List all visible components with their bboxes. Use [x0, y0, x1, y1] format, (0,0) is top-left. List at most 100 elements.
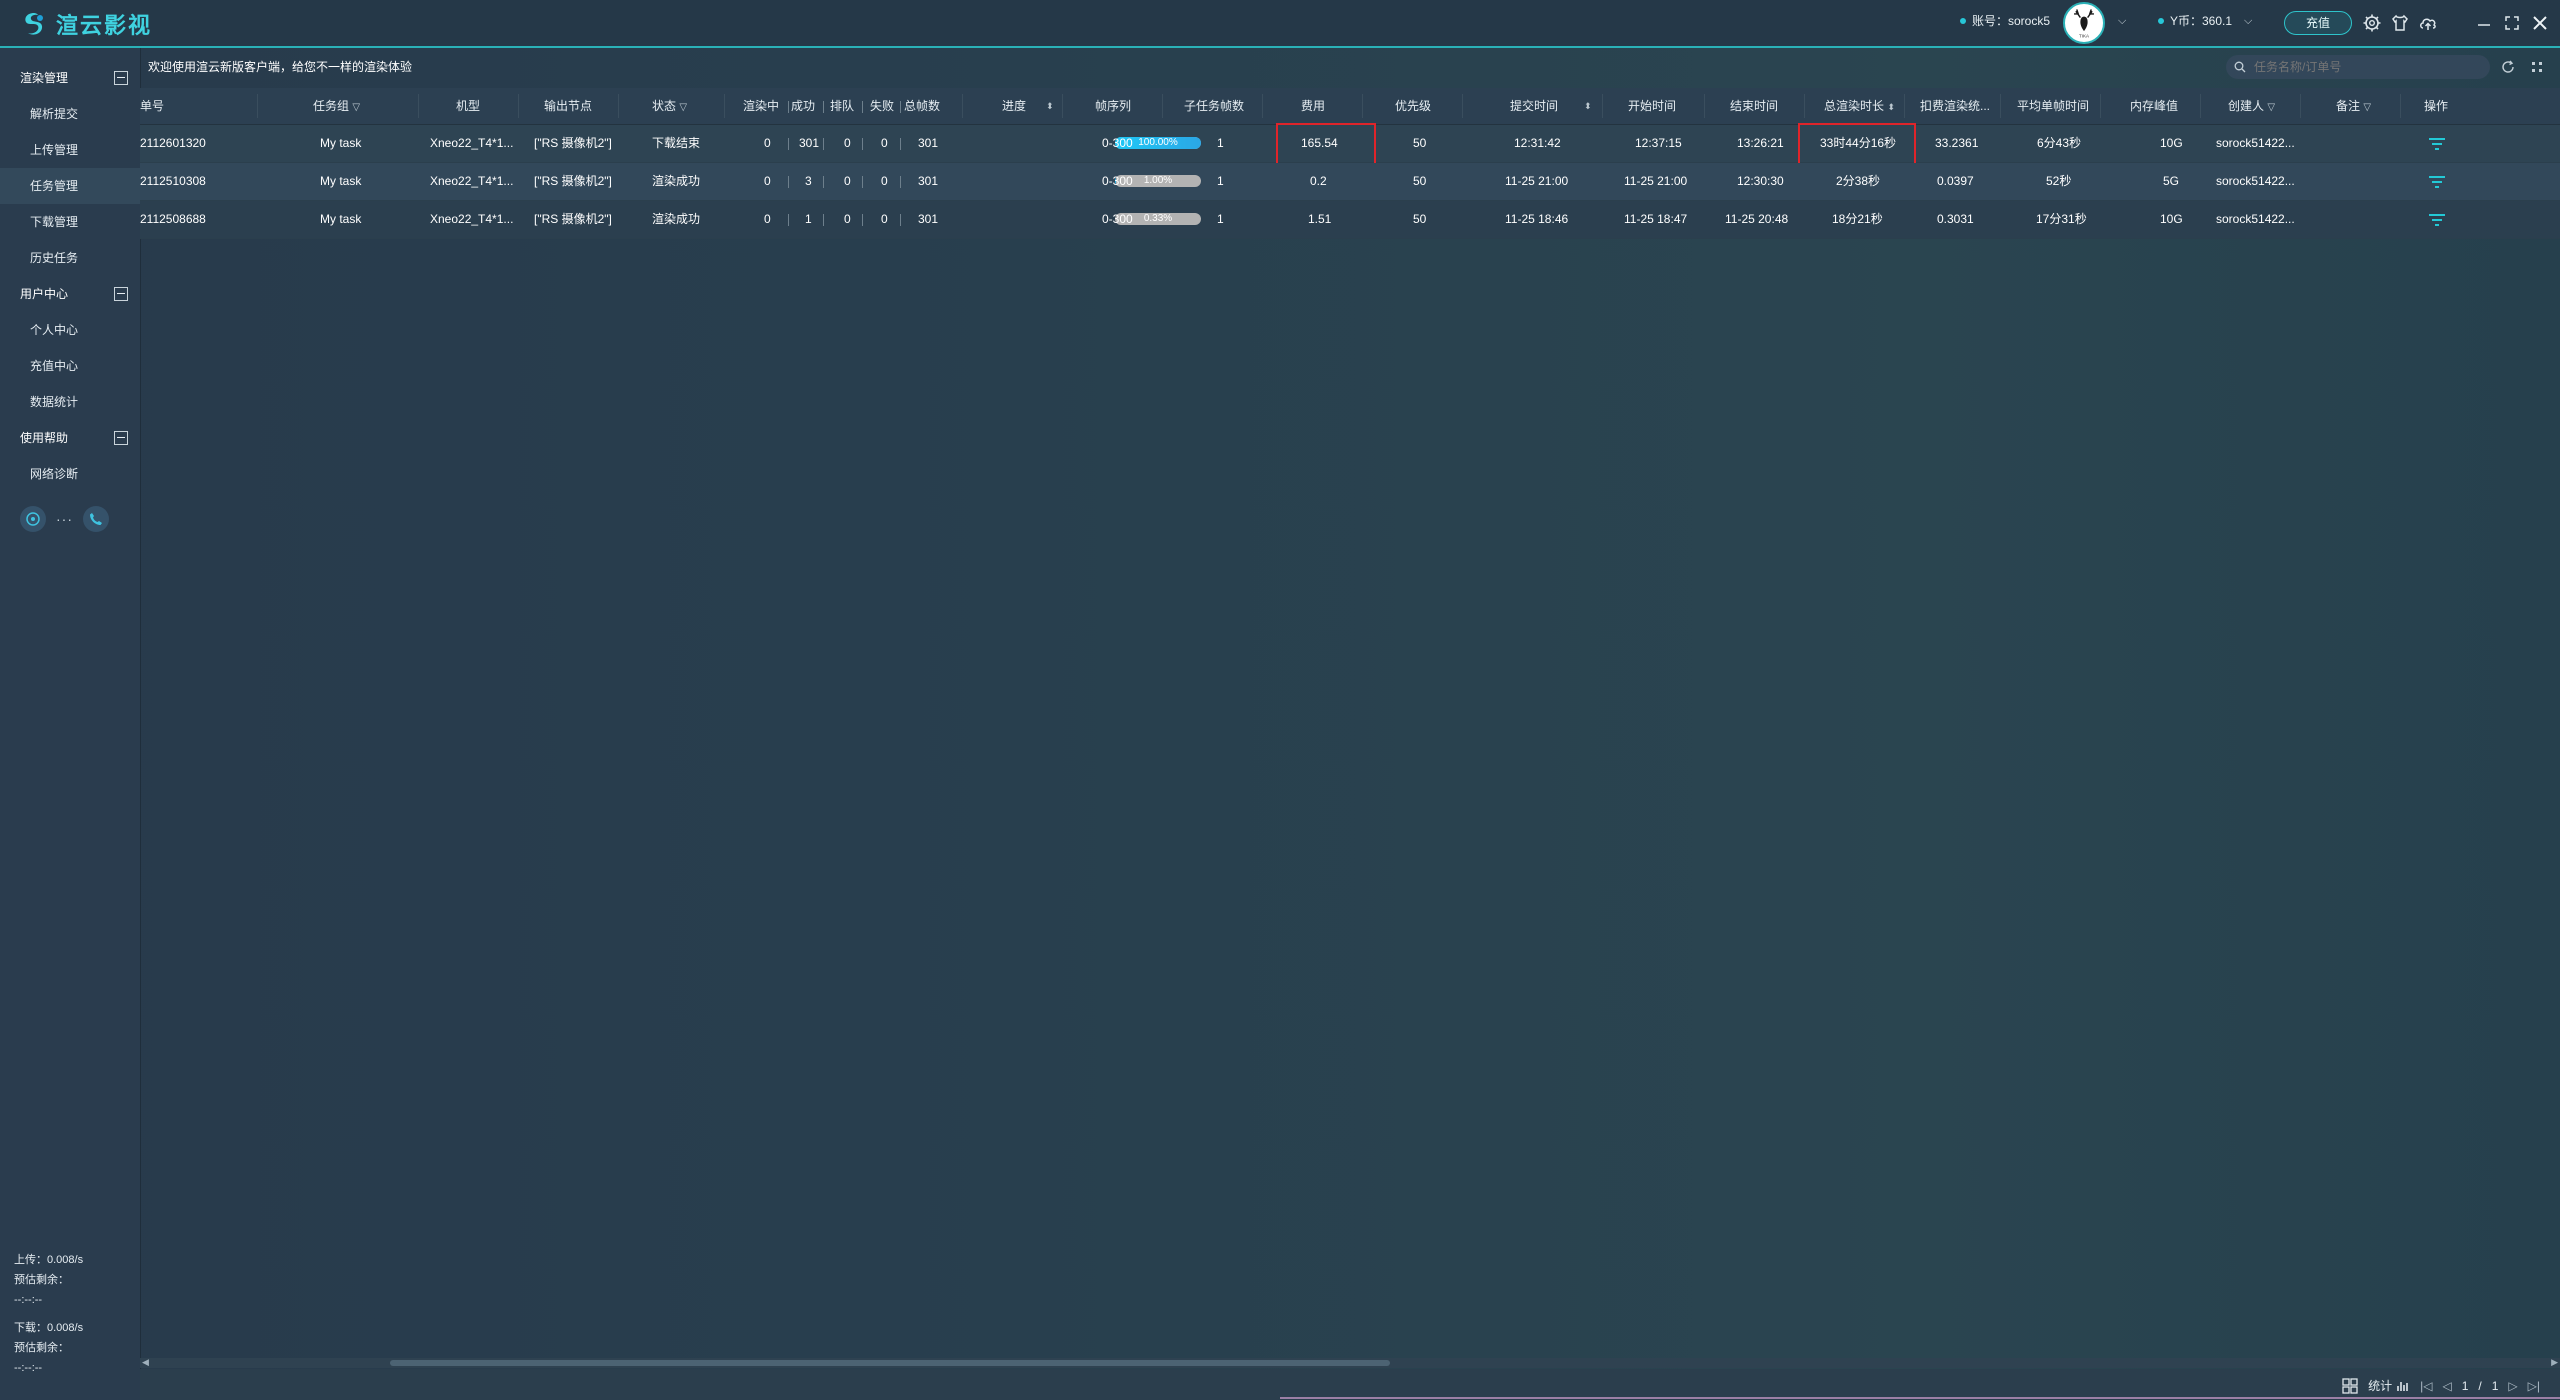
grid-view-icon[interactable]	[2342, 1377, 2358, 1394]
next-page-icon[interactable]: ▷	[2508, 1379, 2517, 1393]
sidebar-item-network[interactable]: 网络诊断	[0, 456, 140, 492]
sidebar-item-profile[interactable]: 个人中心	[0, 312, 140, 348]
cell-creator: sorock51422...	[2216, 212, 2295, 226]
cell-deduct: 0.0397	[1937, 174, 1974, 188]
collapse-minus-icon[interactable]	[114, 431, 128, 445]
row-menu-icon[interactable]	[2428, 213, 2446, 227]
table-row[interactable]: 2112510308 My task Xneo22_T4*1... ["RS 摄…	[140, 163, 2560, 201]
cell-cost: 1.51	[1308, 212, 1332, 226]
phone-icon[interactable]	[83, 506, 109, 532]
cell-end: 12:30:30	[1737, 174, 1784, 188]
filter-icon[interactable]: ▽	[679, 102, 687, 113]
maximize-icon[interactable]	[2502, 13, 2522, 33]
cell-mem: 10G	[2160, 136, 2183, 150]
col-success: 成功	[791, 99, 816, 113]
col-frames: 帧序列	[1095, 99, 1132, 113]
sidebar-item-stats[interactable]: 数据统计	[0, 384, 140, 420]
cell-avg: 52秒	[2046, 174, 2072, 188]
cell-priority: 50	[1413, 136, 1427, 150]
cell-fail: 0	[881, 212, 888, 226]
col-model: 机型	[456, 99, 481, 113]
last-page-icon[interactable]: ▷|	[2528, 1379, 2540, 1393]
close-icon[interactable]	[2530, 13, 2550, 33]
customer-service-icon[interactable]	[20, 506, 46, 532]
cell-frames: 0-300	[1102, 136, 1133, 150]
col-status[interactable]: 状态 ▽	[652, 88, 687, 124]
bar-chart-icon	[2397, 1381, 2408, 1391]
table-row[interactable]: 2112601320 My task Xneo22_T4*1... ["RS 摄…	[140, 123, 2560, 165]
horizontal-scrollbar[interactable]: ◀ ▶	[140, 1357, 2560, 1368]
minimize-icon[interactable]	[2474, 13, 2494, 33]
sidebar-item-upload[interactable]: 上传管理	[0, 132, 140, 168]
sidebar-item-tasks[interactable]: 任务管理	[0, 168, 140, 204]
sort-icon[interactable]: ⬍	[1046, 88, 1054, 124]
sidebar: 渲染管理 解析提交 上传管理 任务管理 下载管理 历史任务 用户中心 个人中心 …	[0, 48, 141, 1400]
filter-icon[interactable]: ▽	[2363, 102, 2371, 113]
collapse-minus-icon[interactable]	[114, 287, 128, 301]
sidebar-item-parse-submit[interactable]: 解析提交	[0, 96, 140, 132]
header-divider	[823, 101, 824, 113]
col-progress[interactable]: 进度	[1002, 88, 1026, 124]
sort-icon[interactable]: ⬍	[1887, 102, 1895, 112]
cell-group: My task	[320, 136, 362, 150]
col-priority: 优先级	[1395, 99, 1432, 113]
col-creator[interactable]: 创建人 ▽	[2228, 88, 2275, 124]
sidebar-item-history[interactable]: 历史任务	[0, 240, 140, 276]
balance-info: Y币：360.1	[2158, 12, 2232, 29]
highlight-box-duration	[1798, 123, 1916, 165]
cell-deduct: 33.2361	[1935, 136, 1979, 150]
column-settings-icon[interactable]	[2530, 60, 2544, 74]
sidebar-group-user[interactable]: 用户中心	[0, 276, 140, 312]
filter-icon[interactable]: ▽	[352, 102, 360, 113]
svg-text:TIKA: TIKA	[2079, 33, 2089, 38]
sidebar-item-download[interactable]: 下载管理	[0, 204, 140, 240]
cell-rendering: 0	[764, 174, 771, 188]
cell-duration: 18分21秒	[1832, 212, 1883, 226]
prev-page-icon[interactable]: ◁	[2442, 1379, 2451, 1393]
cell-rendering: 0	[764, 212, 771, 226]
filter-icon[interactable]: ▽	[2267, 102, 2275, 113]
skin-shirt-icon[interactable]	[2390, 13, 2410, 33]
row-menu-icon[interactable]	[2428, 175, 2446, 189]
cell-priority: 50	[1413, 174, 1427, 188]
first-page-icon[interactable]: |◁	[2420, 1379, 2432, 1393]
col-duration[interactable]: 总渲染时长 ⬍	[1824, 88, 1895, 124]
avatar[interactable]: TIKA	[2063, 2, 2105, 44]
cloud-upload-icon[interactable]	[2418, 13, 2438, 33]
refresh-icon[interactable]	[2500, 59, 2516, 75]
account-chevron-down-icon[interactable]: ⌵	[2118, 15, 2126, 28]
header-divider	[862, 101, 863, 113]
sidebar-group-render[interactable]: 渲染管理	[0, 60, 140, 96]
account-info: 账号：sorock5	[1960, 12, 2050, 29]
cell-avg: 17分31秒	[2036, 212, 2087, 226]
page-total: 1	[2491, 1378, 2499, 1393]
collapse-minus-icon[interactable]	[114, 71, 128, 85]
search-input[interactable]	[2226, 55, 2490, 79]
table-row[interactable]: 2112508688 My task Xneo22_T4*1... ["RS 摄…	[140, 201, 2560, 239]
cell-avg: 6分43秒	[2037, 136, 2082, 150]
balance-chevron-down-icon[interactable]: ⌵	[2244, 15, 2252, 28]
search-icon	[2234, 61, 2246, 73]
col-note[interactable]: 备注 ▽	[2336, 88, 2371, 124]
scroll-right-icon[interactable]: ▶	[2551, 1357, 2558, 1368]
sidebar-group-label: 用户中心	[20, 287, 69, 301]
sidebar-item-recharge[interactable]: 充值中心	[0, 348, 140, 384]
col-group[interactable]: 任务组 ▽	[313, 88, 360, 124]
more-dots-icon[interactable]: ···	[56, 511, 73, 527]
sort-icon[interactable]: ⬍	[1584, 88, 1592, 124]
sidebar-group-help[interactable]: 使用帮助	[0, 420, 140, 456]
settings-gear-icon[interactable]	[2362, 13, 2382, 33]
col-fail: 失败	[870, 99, 895, 113]
upload-remain-value: --:--:--	[14, 1294, 43, 1306]
recharge-button[interactable]: 充值	[2284, 11, 2352, 35]
col-cost: 费用	[1301, 99, 1326, 113]
row-menu-icon[interactable]	[2428, 137, 2446, 151]
col-deduct: 扣费渲染统...	[1920, 99, 1991, 113]
cell-submit: 11-25 18:46	[1505, 212, 1569, 226]
scroll-left-icon[interactable]: ◀	[142, 1357, 149, 1368]
cell-mem: 5G	[2163, 174, 2180, 188]
cell-group: My task	[320, 212, 362, 226]
table-header: 单号 任务组 ▽ 机型 输出节点 状态 ▽ 渲染中 成功 排队 失败 总帧数 进…	[140, 88, 2560, 125]
scrollbar-thumb[interactable]	[390, 1360, 1390, 1366]
stats-button[interactable]: 统计	[2368, 1377, 2410, 1394]
